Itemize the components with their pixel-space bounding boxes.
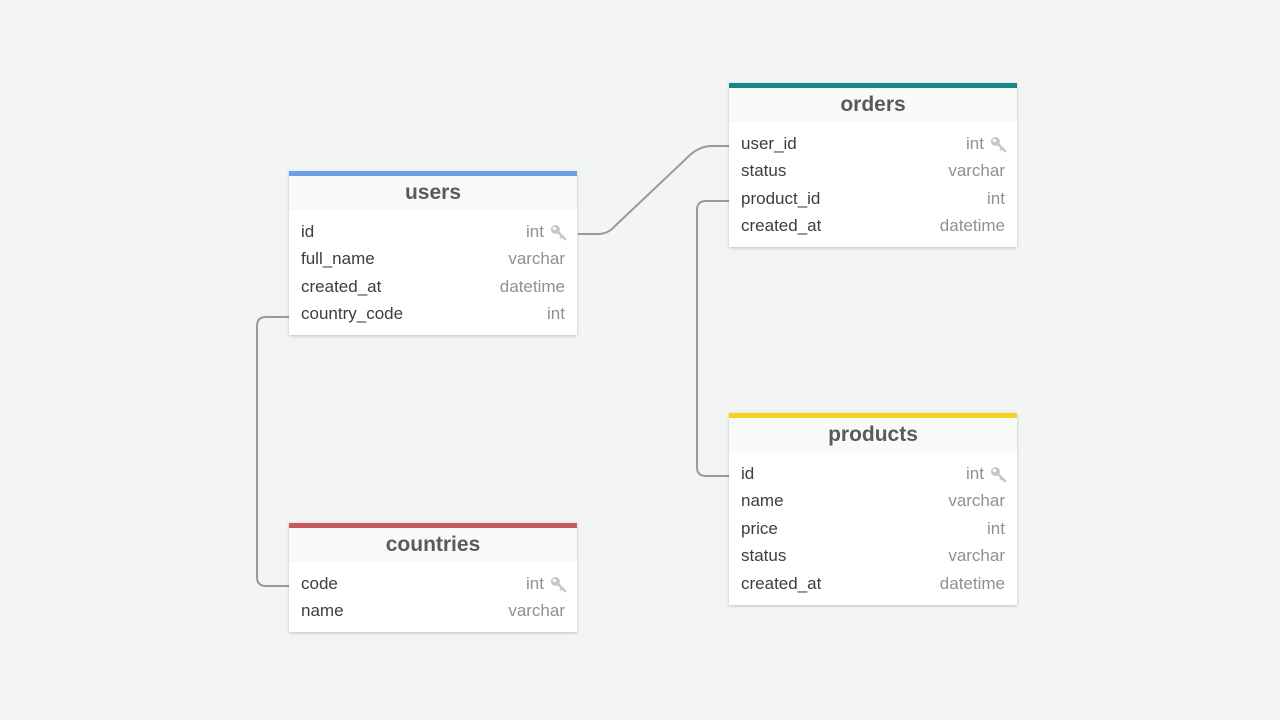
column-row-countries-code[interactable]: code int bbox=[289, 570, 577, 598]
key-icon bbox=[549, 223, 567, 241]
column-row-orders-user-id[interactable]: user_id int bbox=[729, 130, 1017, 158]
table-users-title[interactable]: users bbox=[289, 176, 577, 210]
column-type: varchar bbox=[948, 161, 1005, 181]
column-type: varchar bbox=[508, 249, 565, 269]
column-name: created_at bbox=[301, 276, 382, 296]
table-countries[interactable]: countries code int name varchar bbox=[289, 523, 577, 632]
key-icon bbox=[549, 575, 567, 593]
column-name: created_at bbox=[741, 216, 822, 236]
column-name: created_at bbox=[741, 573, 822, 593]
column-row-products-id[interactable]: id int bbox=[729, 460, 1017, 488]
column-type: int bbox=[987, 188, 1005, 208]
column-name: name bbox=[301, 601, 344, 621]
column-row-orders-status[interactable]: status varchar bbox=[729, 158, 1017, 186]
table-orders-title[interactable]: orders bbox=[729, 88, 1017, 122]
column-row-orders-created-at[interactable]: created_at datetime bbox=[729, 213, 1017, 241]
table-products-title[interactable]: products bbox=[729, 418, 1017, 452]
column-name: id bbox=[301, 221, 315, 241]
table-countries-title[interactable]: countries bbox=[289, 528, 577, 562]
column-type: int bbox=[526, 221, 544, 241]
column-row-users-country-code[interactable]: country_code int bbox=[289, 301, 577, 329]
column-type: datetime bbox=[939, 573, 1005, 593]
column-row-products-created-at[interactable]: created_at datetime bbox=[729, 570, 1017, 598]
table-products[interactable]: products id int name varchar price int s… bbox=[729, 413, 1017, 605]
table-orders[interactable]: orders user_id int status varchar produc… bbox=[729, 83, 1017, 247]
column-name: name bbox=[741, 491, 784, 511]
relation-users-orders[interactable] bbox=[578, 145, 730, 235]
diagram-canvas: users id int full_name varchar created_a… bbox=[0, 0, 1280, 720]
column-row-products-status[interactable]: status varchar bbox=[729, 543, 1017, 571]
column-type: int bbox=[966, 463, 984, 483]
relation-users-countries[interactable] bbox=[256, 316, 289, 587]
column-row-products-name[interactable]: name varchar bbox=[729, 488, 1017, 516]
column-type: varchar bbox=[508, 601, 565, 621]
column-row-users-full-name[interactable]: full_name varchar bbox=[289, 246, 577, 274]
column-type: int bbox=[547, 304, 565, 324]
table-users-columns: id int full_name varchar created_at date… bbox=[289, 210, 577, 335]
column-name: code bbox=[301, 573, 338, 593]
column-name: price bbox=[741, 518, 778, 538]
column-row-users-id[interactable]: id int bbox=[289, 218, 577, 246]
column-row-products-price[interactable]: price int bbox=[729, 515, 1017, 543]
column-type: datetime bbox=[939, 216, 1005, 236]
column-type: int bbox=[966, 133, 984, 153]
column-name: product_id bbox=[741, 188, 821, 208]
table-orders-columns: user_id int status varchar product_id in… bbox=[729, 122, 1017, 247]
column-name: id bbox=[741, 463, 755, 483]
key-icon bbox=[989, 135, 1007, 153]
table-products-columns: id int name varchar price int status var… bbox=[729, 452, 1017, 605]
column-type: varchar bbox=[948, 491, 1005, 511]
column-row-countries-name[interactable]: name varchar bbox=[289, 598, 577, 626]
relation-lines bbox=[256, 145, 730, 587]
column-name: full_name bbox=[301, 249, 375, 269]
column-name: status bbox=[741, 161, 787, 181]
column-name: country_code bbox=[301, 304, 404, 324]
key-icon bbox=[989, 465, 1007, 483]
column-name: status bbox=[741, 546, 787, 566]
column-type: int bbox=[526, 573, 544, 593]
column-type: datetime bbox=[499, 276, 565, 296]
column-row-users-created-at[interactable]: created_at datetime bbox=[289, 273, 577, 301]
table-countries-columns: code int name varchar bbox=[289, 562, 577, 632]
column-row-orders-product-id[interactable]: product_id int bbox=[729, 185, 1017, 213]
relation-orders-products[interactable] bbox=[696, 200, 730, 477]
column-type: varchar bbox=[948, 546, 1005, 566]
table-users[interactable]: users id int full_name varchar created_a… bbox=[289, 171, 577, 335]
column-name: user_id bbox=[741, 133, 797, 153]
column-type: int bbox=[987, 518, 1005, 538]
